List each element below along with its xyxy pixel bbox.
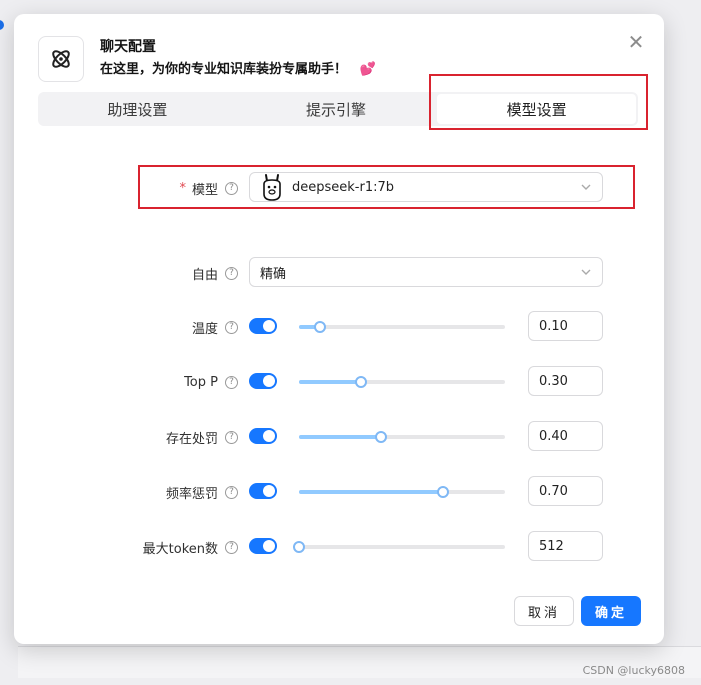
top-p-label-text: Top P bbox=[184, 374, 218, 390]
help-icon[interactable]: ? bbox=[225, 320, 238, 334]
presence-penalty-row: 存在处罚 ? 0.40 bbox=[14, 421, 664, 453]
chevron-down-icon bbox=[581, 184, 591, 190]
model-value: deepseek-r1:7b bbox=[292, 179, 395, 195]
heart-icon: 💕 bbox=[359, 62, 376, 77]
frequency-penalty-label-text: 频率惩罚 bbox=[165, 486, 218, 502]
chevron-down-icon bbox=[581, 269, 591, 275]
atom-icon bbox=[52, 50, 70, 68]
help-icon[interactable]: ? bbox=[225, 266, 238, 280]
close-button[interactable]: ✕ bbox=[626, 32, 646, 52]
slider-handle[interactable] bbox=[437, 486, 450, 498]
max-tokens-row: 最大token数 ? 512 bbox=[14, 531, 664, 563]
confirm-button[interactable]: 确定 bbox=[581, 596, 641, 626]
cancel-button[interactable]: 取消 bbox=[514, 596, 574, 626]
toggle-knob bbox=[263, 430, 275, 442]
frequency-penalty-label: 频率惩罚 ? bbox=[166, 476, 238, 508]
max-tokens-toggle[interactable] bbox=[249, 538, 277, 554]
help-icon[interactable]: ? bbox=[225, 485, 238, 499]
top-p-slider[interactable] bbox=[299, 376, 505, 388]
toggle-knob bbox=[263, 320, 275, 332]
presence-penalty-slider[interactable] bbox=[299, 431, 505, 443]
slider-fill bbox=[299, 380, 361, 384]
frequency-penalty-row: 频率惩罚 ? 0.70 bbox=[14, 476, 664, 508]
slider-fill bbox=[299, 435, 382, 439]
presence-penalty-input[interactable]: 0.40 bbox=[528, 421, 603, 451]
required-mark: * bbox=[179, 180, 186, 196]
temperature-row: 温度 ? 0.10 bbox=[14, 311, 664, 343]
help-icon[interactable]: ? bbox=[225, 375, 238, 389]
tab-model-settings[interactable]: 模型设置 bbox=[437, 94, 637, 124]
dialog-title: 聊天配置 bbox=[100, 39, 156, 55]
frequency-penalty-slider[interactable] bbox=[299, 486, 505, 498]
help-icon[interactable]: ? bbox=[225, 181, 238, 195]
toggle-knob bbox=[263, 485, 275, 497]
model-select[interactable]: deepseek-r1:7b bbox=[249, 172, 603, 202]
slider-fill bbox=[299, 490, 444, 494]
slider-handle[interactable] bbox=[313, 321, 326, 333]
top-p-input[interactable]: 0.30 bbox=[528, 366, 603, 396]
slider-handle[interactable] bbox=[375, 431, 388, 443]
model-label: * 模型 ? bbox=[179, 172, 238, 204]
frequency-penalty-input[interactable]: 0.70 bbox=[528, 476, 603, 506]
presence-penalty-toggle[interactable] bbox=[249, 428, 277, 444]
temperature-toggle[interactable] bbox=[249, 318, 277, 334]
presence-penalty-label-text: 存在处罚 bbox=[165, 431, 218, 447]
temperature-input[interactable]: 0.10 bbox=[528, 311, 603, 341]
model-row: * 模型 ? deepseek-r1:7b bbox=[14, 172, 664, 204]
toggle-knob bbox=[263, 375, 275, 387]
chat-config-dialog: 聊天配置 在这里，为你的专业知识库装扮专属助手！ 💕 ✕ 助理设置 提示引擎 模… bbox=[14, 14, 664, 644]
top-p-toggle[interactable] bbox=[249, 373, 277, 389]
temperature-label: 温度 ? bbox=[192, 311, 238, 343]
frequency-penalty-toggle[interactable] bbox=[249, 483, 277, 499]
help-icon[interactable]: ? bbox=[225, 430, 238, 444]
freedom-label: 自由 ? bbox=[192, 257, 238, 289]
top-p-label: Top P ? bbox=[184, 366, 238, 398]
help-icon[interactable]: ? bbox=[225, 540, 238, 554]
tab-assistant-settings[interactable]: 助理设置 bbox=[38, 92, 237, 126]
temperature-slider[interactable] bbox=[299, 321, 505, 333]
tab-prompt-engine[interactable]: 提示引擎 bbox=[237, 92, 436, 126]
freedom-row: 自由 ? 精确 bbox=[14, 257, 664, 289]
max-tokens-label-text: 最大token数 bbox=[142, 541, 218, 557]
dialog-subtitle: 在这里，为你的专业知识库装扮专属助手！ 💕 bbox=[100, 58, 376, 77]
temperature-label-text: 温度 bbox=[191, 321, 218, 337]
max-tokens-label: 最大token数 ? bbox=[143, 531, 238, 563]
llama-icon bbox=[263, 174, 281, 201]
watermark: CSDN @lucky6808 bbox=[582, 664, 685, 677]
slider-handle[interactable] bbox=[293, 541, 305, 553]
freedom-label-text: 自由 bbox=[191, 267, 218, 283]
settings-tabs: 助理设置 提示引擎 模型设置 bbox=[38, 92, 638, 126]
dialog-subtitle-text: 在这里，为你的专业知识库装扮专属助手！ bbox=[100, 62, 348, 77]
slider-handle[interactable] bbox=[354, 376, 367, 388]
freedom-value: 精确 bbox=[260, 266, 287, 282]
dialog-logo bbox=[38, 36, 84, 82]
top-p-row: Top P ? 0.30 bbox=[14, 366, 664, 398]
max-tokens-input[interactable]: 512 bbox=[528, 531, 603, 561]
freedom-select[interactable]: 精确 bbox=[249, 257, 603, 287]
max-tokens-slider[interactable] bbox=[293, 541, 505, 553]
presence-penalty-label: 存在处罚 ? bbox=[166, 421, 238, 453]
toggle-knob bbox=[263, 540, 275, 552]
model-label-text: 模型 bbox=[191, 182, 218, 198]
